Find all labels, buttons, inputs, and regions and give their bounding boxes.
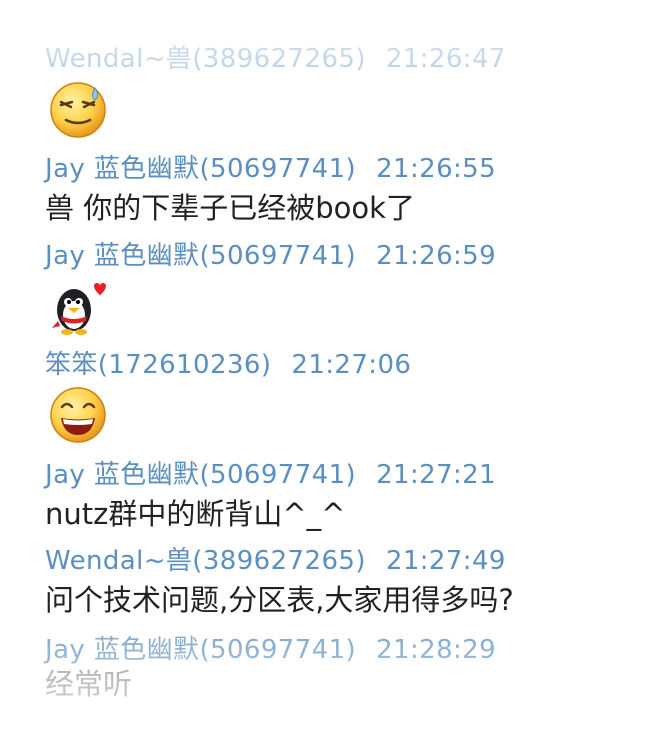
message-header: Wendal~兽(389627265) 21:26:47	[45, 44, 506, 74]
grin-emoji-icon	[50, 387, 106, 443]
message-time: 21:28:29	[376, 635, 497, 665]
penguin-heart-emoji-icon	[52, 283, 106, 335]
message-time: 21:26:59	[376, 241, 497, 271]
chat-log: Wendal~兽(389627265) 21:26:47 Jay 蓝色幽默(506…	[0, 0, 659, 744]
sweat-smile-emoji-icon	[50, 82, 106, 138]
message-text: 问个技术问题,分区表,大家用得多吗?	[45, 583, 514, 617]
message-time: 21:27:49	[385, 546, 506, 576]
message-header: Wendal~兽(389627265) 21:27:49	[45, 546, 506, 576]
message-time: 21:27:21	[376, 460, 497, 490]
sender-name: Jay 蓝色幽默(50697741)	[45, 154, 357, 184]
message-text: nutz群中的断背山^_^	[45, 497, 346, 531]
message-time: 21:26:47	[385, 44, 506, 74]
message-header: Jay 蓝色幽默(50697741) 21:26:55	[45, 154, 496, 184]
sender-name: Jay 蓝色幽默(50697741)	[45, 460, 357, 490]
message-time: 21:26:55	[376, 154, 497, 184]
message-text: 经常听	[45, 667, 133, 701]
sender-name: Wendal~兽(389627265)	[45, 546, 366, 576]
message-header: Jay 蓝色幽默(50697741) 21:28:29	[45, 635, 496, 665]
sender-name: Jay 蓝色幽默(50697741)	[45, 241, 357, 271]
message-text: 兽 你的下辈子已经被book了	[45, 191, 415, 225]
sender-name: Jay 蓝色幽默(50697741)	[45, 635, 357, 665]
sender-name: 笨笨(172610236)	[45, 350, 272, 380]
message-header: Jay 蓝色幽默(50697741) 21:26:59	[45, 241, 496, 271]
message-header: 笨笨(172610236) 21:27:06	[45, 350, 411, 380]
message-header: Jay 蓝色幽默(50697741) 21:27:21	[45, 460, 496, 490]
message-time: 21:27:06	[291, 350, 412, 380]
sender-name: Wendal~兽(389627265)	[45, 44, 366, 74]
